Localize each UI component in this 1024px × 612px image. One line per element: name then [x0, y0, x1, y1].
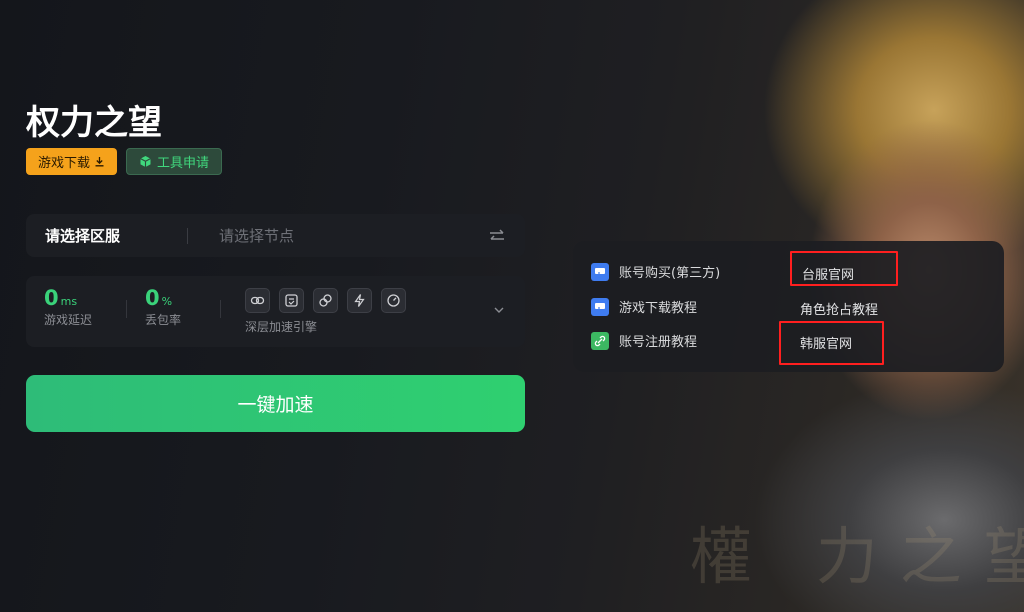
latency-unit: ms [60, 295, 78, 308]
packet-loss-unit: % [161, 295, 173, 308]
cube-icon [140, 156, 151, 167]
game-title: 权力之望 [26, 103, 162, 143]
highlight-box [779, 321, 884, 365]
packet-loss-value: 0 [145, 286, 160, 310]
server-select[interactable]: 请选择区服 [45, 225, 187, 246]
game-download-button[interactable]: 游戏下载 [26, 148, 117, 175]
one-click-boost-button[interactable]: 一键加速 [26, 375, 525, 432]
packet-loss-label: 丢包率 [145, 313, 182, 327]
tool-apply-label: 工具申请 [156, 156, 209, 171]
lightning-icon[interactable] [347, 288, 372, 313]
tutorial-icon [591, 297, 609, 316]
engine-icons [245, 288, 406, 313]
chevron-down-icon[interactable] [492, 303, 506, 317]
logo-watermark: 權 力之望 [690, 520, 1024, 593]
swap-icon[interactable] [487, 226, 507, 246]
divider [220, 300, 221, 318]
link-icon [591, 331, 609, 350]
chain-icon[interactable] [313, 288, 338, 313]
register-tutorial-link[interactable]: 账号注册教程 [591, 331, 697, 350]
download-icon [95, 157, 104, 167]
latency-label: 游戏延迟 [44, 313, 93, 327]
divider [187, 227, 188, 244]
engine-label: 深层加速引擎 [245, 320, 318, 334]
shop-icon [591, 262, 609, 281]
node-select[interactable]: 请选择节点 [219, 225, 487, 246]
stats-panel: 0 ms 游戏延迟 0% 丢包率 深层加速引擎 [26, 276, 525, 347]
link-icon[interactable] [245, 288, 270, 313]
highlight-box [790, 251, 898, 286]
tool-apply-button[interactable]: 工具申请 [126, 148, 222, 175]
character-tutorial-link[interactable]: 角色抢占教程 [800, 299, 878, 318]
divider [126, 300, 127, 318]
latency-stat: 0 ms 游戏延迟 [44, 286, 92, 328]
game-download-label: 游戏下载 [37, 156, 90, 171]
account-buy-link[interactable]: 账号购买(第三方) [591, 262, 720, 281]
download-tutorial-label: 游戏下载教程 [619, 301, 698, 316]
packet-loss-stat: 0% 丢包率 [145, 286, 181, 328]
links-panel: 账号购买(第三方) 游戏下载教程 账号注册教程 台服官网 角色抢占教程 韩服官网 [573, 241, 1004, 372]
screen-icon[interactable] [279, 288, 304, 313]
register-tutorial-label: 账号注册教程 [619, 335, 698, 350]
server-bar: 请选择区服 请选择节点 [26, 214, 525, 257]
latency-value: 0 [44, 286, 59, 310]
account-buy-label: 账号购买(第三方) [619, 266, 721, 281]
speedometer-icon[interactable] [381, 288, 406, 313]
download-tutorial-link[interactable]: 游戏下载教程 [591, 297, 697, 316]
